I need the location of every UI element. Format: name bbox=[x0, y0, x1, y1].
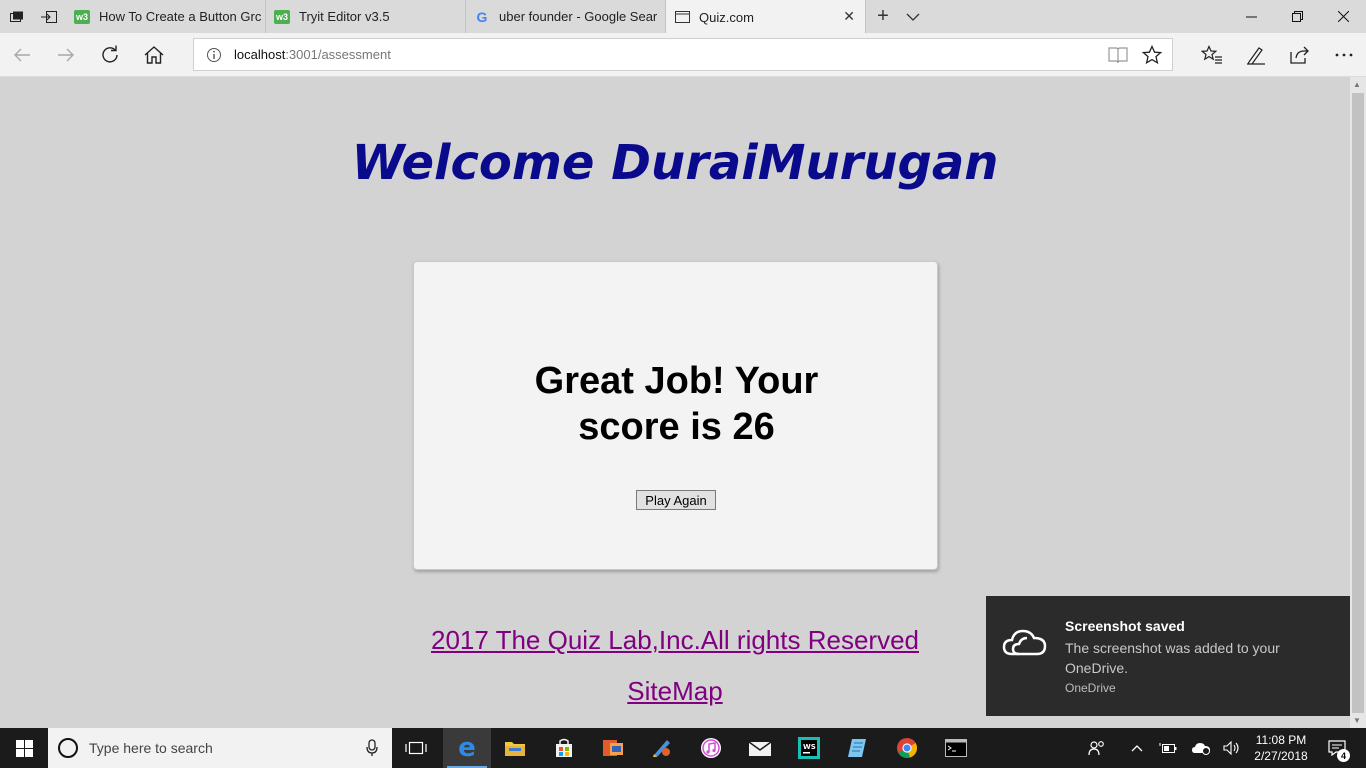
close-tab-icon[interactable]: ✕ bbox=[843, 8, 855, 25]
favorites-hub-icon[interactable] bbox=[1192, 33, 1232, 77]
paint-app-icon[interactable] bbox=[638, 728, 686, 768]
google-icon: G bbox=[476, 8, 488, 25]
edge-browser-icon[interactable]: e bbox=[443, 728, 491, 768]
back-icon[interactable] bbox=[2, 33, 42, 77]
home-icon[interactable] bbox=[134, 33, 174, 77]
store-icon[interactable] bbox=[540, 728, 588, 768]
itunes-icon[interactable] bbox=[687, 728, 735, 768]
w3schools-icon: w3 bbox=[74, 9, 90, 24]
action-center-icon[interactable]: 4 bbox=[1322, 728, 1352, 768]
cortana-icon bbox=[58, 738, 78, 758]
page-icon bbox=[674, 10, 690, 24]
clock-time: 11:08 PM bbox=[1255, 733, 1307, 747]
scrollbar-thumb[interactable] bbox=[1352, 93, 1364, 713]
play-again-button[interactable]: Play Again bbox=[636, 490, 716, 510]
svg-text:WS: WS bbox=[803, 743, 816, 751]
clock-date: 2/27/2018 bbox=[1254, 749, 1308, 763]
file-explorer-icon[interactable] bbox=[491, 728, 539, 768]
new-tab-icon[interactable]: + bbox=[872, 0, 894, 33]
url-path: :3001/assessment bbox=[285, 47, 391, 62]
tab-title: Quiz.com bbox=[699, 9, 754, 25]
taskbar-clock[interactable]: 11:08 PM 2/27/2018 bbox=[1244, 732, 1318, 764]
copyright-text[interactable]: 2017 The Quiz Lab,Inc.All rights Reserve… bbox=[431, 625, 919, 655]
toast-source: OneDrive bbox=[1065, 681, 1116, 695]
close-window-icon[interactable] bbox=[1320, 0, 1366, 33]
tab-title: How To Create a Button Grc bbox=[99, 9, 262, 24]
reading-view-icon[interactable] bbox=[1108, 46, 1128, 67]
chevron-down-icon[interactable] bbox=[902, 0, 924, 33]
chrome-icon[interactable] bbox=[883, 728, 931, 768]
office-app-icon[interactable] bbox=[589, 728, 637, 768]
chevron-up-icon[interactable] bbox=[1126, 728, 1148, 768]
tab-button-group[interactable]: w3 How To Create a Button Grc bbox=[66, 0, 266, 33]
battery-icon[interactable] bbox=[1156, 728, 1180, 768]
mail-icon[interactable] bbox=[736, 728, 784, 768]
sitemap-text[interactable]: SiteMap bbox=[627, 676, 722, 706]
tab-manager-icon[interactable] bbox=[0, 0, 34, 33]
address-bar[interactable]: localhost:3001/assessment bbox=[193, 38, 1173, 71]
toast-body: The screenshot was added to your OneDriv… bbox=[1065, 640, 1280, 676]
people-icon[interactable] bbox=[1084, 728, 1110, 768]
web-note-icon[interactable] bbox=[1236, 33, 1276, 77]
windows-start-icon[interactable] bbox=[0, 728, 48, 768]
scroll-up-icon[interactable]: ▲ bbox=[1353, 80, 1361, 89]
result-card: Great Job! Your score is 26 Play Again bbox=[413, 261, 938, 570]
minimize-icon[interactable] bbox=[1228, 0, 1274, 33]
command-prompt-icon[interactable] bbox=[932, 728, 980, 768]
tab-title: Tryit Editor v3.5 bbox=[299, 9, 390, 24]
tab-strip: w3 How To Create a Button Grc w3 Tryit E… bbox=[0, 0, 1366, 34]
tab-quiz[interactable]: Quiz.com ✕ bbox=[666, 0, 866, 34]
task-view-icon[interactable] bbox=[392, 728, 440, 768]
restore-icon[interactable] bbox=[1274, 0, 1320, 33]
w3schools-icon: w3 bbox=[274, 9, 290, 24]
forward-icon[interactable] bbox=[46, 33, 86, 77]
more-icon[interactable] bbox=[1324, 33, 1364, 77]
tab-google-search[interactable]: G uber founder - Google Sear bbox=[466, 0, 666, 33]
refresh-icon[interactable] bbox=[90, 33, 130, 77]
notes-app-icon[interactable] bbox=[834, 728, 882, 768]
vertical-scrollbar[interactable]: ▲ ▼ bbox=[1350, 77, 1366, 728]
toast-title: Screenshot saved bbox=[1065, 618, 1185, 634]
score-message: Great Job! Your score is 26 bbox=[534, 360, 819, 448]
webstorm-icon[interactable]: WS bbox=[785, 728, 833, 768]
tab-tryit-editor[interactable]: w3 Tryit Editor v3.5 bbox=[266, 0, 466, 33]
cloud-icon bbox=[1002, 626, 1048, 661]
notification-count-badge: 4 bbox=[1337, 749, 1350, 762]
share-icon[interactable] bbox=[1280, 33, 1320, 77]
url-host: localhost bbox=[234, 47, 286, 62]
onedrive-toast[interactable]: Screenshot saved The screenshot was adde… bbox=[986, 596, 1350, 716]
welcome-heading: Welcome DuraiMurugan bbox=[351, 135, 999, 191]
scroll-down-icon[interactable]: ▼ bbox=[1353, 716, 1361, 725]
microphone-icon[interactable] bbox=[366, 739, 378, 760]
favorite-star-icon[interactable] bbox=[1141, 44, 1163, 68]
tab-title: uber founder - Google Sear bbox=[499, 9, 658, 24]
info-icon[interactable] bbox=[206, 47, 222, 63]
taskbar-search-box[interactable]: Type here to search bbox=[48, 728, 392, 768]
set-aside-tabs-icon[interactable] bbox=[32, 0, 66, 33]
taskbar: Type here to search e WS 11:08 PM 2/27/2… bbox=[0, 728, 1366, 768]
onedrive-sync-icon[interactable] bbox=[1188, 728, 1214, 768]
volume-icon[interactable] bbox=[1220, 728, 1244, 768]
search-placeholder: Type here to search bbox=[89, 740, 213, 756]
navigation-bar: localhost:3001/assessment bbox=[0, 33, 1366, 77]
